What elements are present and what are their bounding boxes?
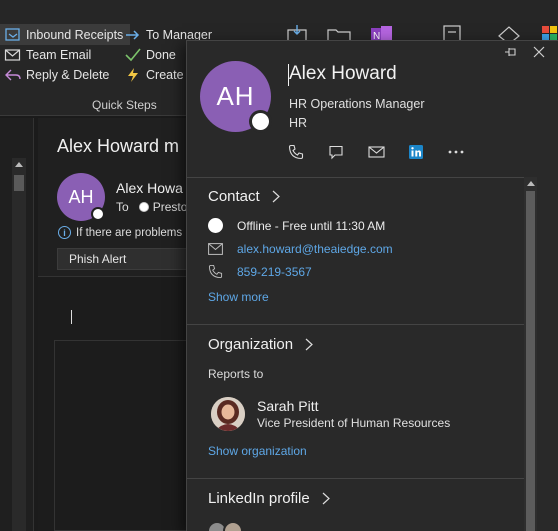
more-options-icon[interactable] xyxy=(447,143,465,161)
pin-icon[interactable] xyxy=(504,45,518,59)
reports-to-label: Reports to xyxy=(208,367,264,381)
scroll-up-arrow[interactable] xyxy=(15,162,23,167)
section-title: LinkedIn profile xyxy=(208,490,310,507)
call-icon[interactable] xyxy=(287,143,305,161)
card-window-controls xyxy=(504,45,546,59)
recipient-name[interactable]: Presto xyxy=(153,200,188,214)
email-row: alex.howard@theaiedge.com xyxy=(208,241,393,256)
presence-status-text: Offline - Free until 11:30 AM xyxy=(237,218,386,233)
show-organization-link[interactable]: Show organization xyxy=(208,444,307,458)
section-title: Organization xyxy=(208,336,294,353)
phish-alert-button[interactable]: Phish Alert xyxy=(57,248,197,270)
manager-title: Vice President of Human Resources xyxy=(257,416,451,430)
email-link[interactable]: alex.howard@theaiedge.com xyxy=(237,242,393,256)
phone-icon xyxy=(208,264,223,279)
message-list-scroll-thumb[interactable] xyxy=(14,175,24,191)
presence-status-icon xyxy=(208,218,223,233)
linkedin-icon[interactable] xyxy=(407,143,425,161)
linkedin-section-header[interactable]: LinkedIn profile xyxy=(208,490,330,507)
info-icon: i xyxy=(58,226,71,239)
info-bar[interactable]: i If there are problems xyxy=(58,226,182,239)
mail-icon[interactable] xyxy=(367,143,385,161)
envelope-icon xyxy=(4,49,21,61)
text-caret xyxy=(71,310,72,324)
section-divider xyxy=(187,478,525,479)
quick-step-inbound-receipts[interactable]: Inbound Receipts xyxy=(4,25,123,45)
quick-steps-caption: Quick Steps xyxy=(92,98,157,112)
contact-card: AH Alex Howard HR Operations Manager HR … xyxy=(186,40,558,531)
phone-link[interactable]: 859-219-3567 xyxy=(237,265,312,279)
message-body-frame xyxy=(54,340,188,531)
quick-step-reply-delete[interactable]: Reply & Delete xyxy=(4,65,109,85)
section-title: Contact xyxy=(208,188,260,205)
chevron-right-icon xyxy=(272,190,280,203)
manager-avatar[interactable] xyxy=(211,397,245,431)
section-divider xyxy=(187,177,525,178)
contact-department: HR xyxy=(289,116,308,130)
presence-status-row: Offline - Free until 11:30 AM xyxy=(208,218,385,233)
to-label: To xyxy=(116,200,129,214)
recipient-line: To Presto xyxy=(116,200,187,214)
linkedin-avatar xyxy=(223,521,243,531)
scroll-up-arrow[interactable] xyxy=(527,181,535,186)
section-divider xyxy=(187,324,525,325)
recipient-presence-indicator xyxy=(138,202,149,212)
inbound-icon xyxy=(5,28,20,41)
linkedin-preview xyxy=(207,521,507,531)
sender-presence-indicator xyxy=(91,207,105,221)
avatar-initials: AH xyxy=(216,81,255,111)
phone-row: 859-219-3567 xyxy=(208,264,312,279)
avatar-initials: AH xyxy=(68,186,94,207)
contact-action-bar xyxy=(287,143,465,161)
close-icon[interactable] xyxy=(532,45,546,59)
show-more-link[interactable]: Show more xyxy=(208,290,269,304)
card-scroll-thumb[interactable] xyxy=(526,191,535,531)
contact-name[interactable]: Alex Howard xyxy=(288,63,397,86)
quick-step-label: Team Email xyxy=(26,48,92,62)
info-bar-text: If there are problems xyxy=(76,226,183,239)
chat-icon[interactable] xyxy=(327,143,345,161)
envelope-icon xyxy=(208,241,223,256)
message-subject: Alex Howard m xyxy=(57,136,180,156)
contact-job-title: HR Operations Manager xyxy=(289,97,425,111)
contact-presence-indicator xyxy=(249,110,272,133)
quick-step-done[interactable]: Done xyxy=(124,45,176,65)
contact-section-header[interactable]: Contact xyxy=(208,188,280,205)
quick-step-label: Inbound Receipts xyxy=(26,28,124,42)
chevron-right-icon xyxy=(322,492,330,505)
manager-name[interactable]: Sarah Pitt xyxy=(257,398,318,414)
message-list-scrollbar[interactable] xyxy=(12,158,26,531)
quick-step-team-email[interactable]: Team Email xyxy=(4,45,91,65)
lightning-icon xyxy=(128,68,138,82)
arrow-right-icon xyxy=(126,30,140,40)
sender-name[interactable]: Alex Howa xyxy=(116,180,183,196)
reply-icon xyxy=(5,69,21,81)
quick-step-label: Reply & Delete xyxy=(26,68,110,82)
quick-step-label: Done xyxy=(146,48,176,62)
check-icon xyxy=(125,48,141,62)
organization-section-header[interactable]: Organization xyxy=(208,336,313,353)
chevron-right-icon xyxy=(305,338,313,351)
